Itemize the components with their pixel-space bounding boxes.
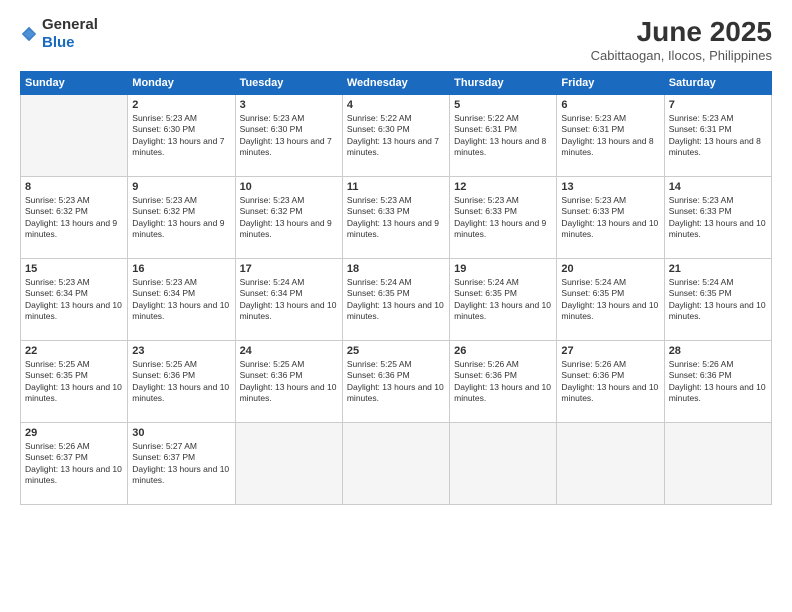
table-row: 4Sunrise: 5:22 AMSunset: 6:30 PMDaylight… (342, 95, 449, 177)
table-row: 28Sunrise: 5:26 AMSunset: 6:36 PMDayligh… (664, 341, 771, 423)
weekday-header-row: Sunday Monday Tuesday Wednesday Thursday… (21, 72, 772, 95)
table-row: 5Sunrise: 5:22 AMSunset: 6:31 PMDaylight… (450, 95, 557, 177)
table-row: 12Sunrise: 5:23 AMSunset: 6:33 PMDayligh… (450, 177, 557, 259)
table-row: 21Sunrise: 5:24 AMSunset: 6:35 PMDayligh… (664, 259, 771, 341)
table-row: 15Sunrise: 5:23 AMSunset: 6:34 PMDayligh… (21, 259, 128, 341)
logo-icon (20, 25, 38, 43)
calendar-table: Sunday Monday Tuesday Wednesday Thursday… (20, 71, 772, 505)
table-row: 2Sunrise: 5:23 AMSunset: 6:30 PMDaylight… (21, 95, 772, 177)
table-row: 27Sunrise: 5:26 AMSunset: 6:36 PMDayligh… (557, 341, 664, 423)
table-row: 9Sunrise: 5:23 AMSunset: 6:32 PMDaylight… (128, 177, 235, 259)
location: Cabittaogan, Ilocos, Philippines (591, 48, 772, 63)
table-row: 7Sunrise: 5:23 AMSunset: 6:31 PMDaylight… (664, 95, 771, 177)
table-row: 25Sunrise: 5:25 AMSunset: 6:36 PMDayligh… (342, 341, 449, 423)
header-tuesday: Tuesday (235, 72, 342, 95)
table-row: 18Sunrise: 5:24 AMSunset: 6:35 PMDayligh… (342, 259, 449, 341)
table-row: 8Sunrise: 5:23 AMSunset: 6:32 PMDaylight… (21, 177, 128, 259)
month-year: June 2025 (591, 16, 772, 48)
empty-cell (664, 423, 771, 505)
table-row: 23Sunrise: 5:25 AMSunset: 6:36 PMDayligh… (128, 341, 235, 423)
header-thursday: Thursday (450, 72, 557, 95)
calendar-page: General Blue June 2025 Cabittaogan, Iloc… (0, 0, 792, 612)
table-row: 22Sunrise: 5:25 AMSunset: 6:35 PMDayligh… (21, 341, 772, 423)
table-row: 30Sunrise: 5:27 AMSunset: 6:37 PMDayligh… (128, 423, 235, 505)
logo: General Blue (20, 16, 98, 52)
header-sunday: Sunday (21, 72, 128, 95)
empty-cell (235, 423, 342, 505)
header-wednesday: Wednesday (342, 72, 449, 95)
table-row: 20Sunrise: 5:24 AMSunset: 6:35 PMDayligh… (557, 259, 664, 341)
table-row: 15Sunrise: 5:23 AMSunset: 6:34 PMDayligh… (21, 259, 772, 341)
table-row: 29Sunrise: 5:26 AMSunset: 6:37 PMDayligh… (21, 423, 128, 505)
table-row: 11Sunrise: 5:23 AMSunset: 6:33 PMDayligh… (342, 177, 449, 259)
empty-cell (21, 95, 128, 177)
title-area: June 2025 Cabittaogan, Ilocos, Philippin… (591, 16, 772, 63)
table-row: 2Sunrise: 5:23 AMSunset: 6:30 PMDaylight… (128, 95, 235, 177)
table-row: 6Sunrise: 5:23 AMSunset: 6:31 PMDaylight… (557, 95, 664, 177)
header-area: General Blue June 2025 Cabittaogan, Iloc… (20, 16, 772, 63)
empty-cell (450, 423, 557, 505)
table-row: 16Sunrise: 5:23 AMSunset: 6:34 PMDayligh… (128, 259, 235, 341)
header-monday: Monday (128, 72, 235, 95)
table-row: 13Sunrise: 5:23 AMSunset: 6:33 PMDayligh… (557, 177, 664, 259)
table-row: 14Sunrise: 5:23 AMSunset: 6:33 PMDayligh… (664, 177, 771, 259)
table-row: 22Sunrise: 5:25 AMSunset: 6:35 PMDayligh… (21, 341, 128, 423)
table-row: 26Sunrise: 5:26 AMSunset: 6:36 PMDayligh… (450, 341, 557, 423)
table-row: 10Sunrise: 5:23 AMSunset: 6:32 PMDayligh… (235, 177, 342, 259)
table-row: 24Sunrise: 5:25 AMSunset: 6:36 PMDayligh… (235, 341, 342, 423)
empty-cell (557, 423, 664, 505)
logo-blue: Blue (42, 34, 75, 51)
table-row: 29Sunrise: 5:26 AMSunset: 6:37 PMDayligh… (21, 423, 772, 505)
header-friday: Friday (557, 72, 664, 95)
table-row: 3Sunrise: 5:23 AMSunset: 6:30 PMDaylight… (235, 95, 342, 177)
logo-text: General Blue (42, 16, 98, 52)
empty-cell (342, 423, 449, 505)
table-row: 19Sunrise: 5:24 AMSunset: 6:35 PMDayligh… (450, 259, 557, 341)
table-row: 8Sunrise: 5:23 AMSunset: 6:32 PMDaylight… (21, 177, 772, 259)
table-row: 17Sunrise: 5:24 AMSunset: 6:34 PMDayligh… (235, 259, 342, 341)
header-saturday: Saturday (664, 72, 771, 95)
logo-general: General (42, 16, 98, 33)
